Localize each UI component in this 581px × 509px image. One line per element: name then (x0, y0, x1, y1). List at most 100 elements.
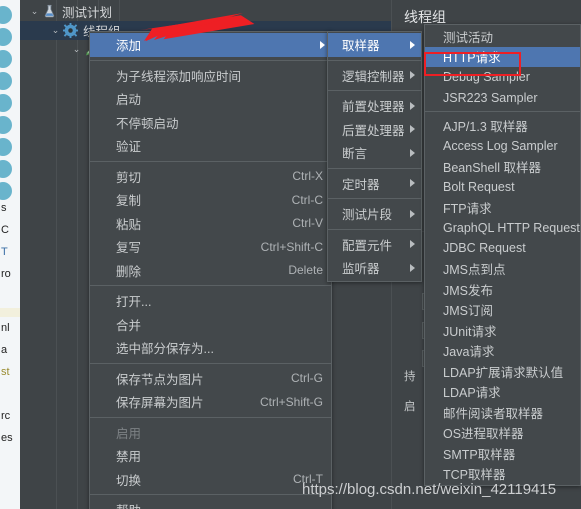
tree-item-test-plan[interactable]: ⌄ 测试计划 (20, 2, 112, 21)
chevron-down-icon[interactable]: ⌄ (70, 40, 83, 59)
menu-item[interactable]: OS进程取样器 (425, 423, 580, 444)
menu-item-label: 添加 (116, 39, 142, 54)
menu-item[interactable]: 帮助 (90, 498, 331, 509)
menu-item[interactable]: BeanShell 取样器 (425, 156, 580, 177)
menu-item-label: 后置处理器 (342, 123, 405, 138)
menu-item[interactable]: HTTP请求 (425, 46, 580, 67)
menu-item[interactable]: 切换 Ctrl-T (90, 468, 331, 492)
menu-item-label: AJP/1.3 取样器 (443, 119, 528, 134)
menu-item[interactable]: 添加 (90, 33, 331, 57)
menu-item[interactable]: LDAP请求 (425, 382, 580, 403)
menu-item[interactable]: 验证 (90, 134, 331, 158)
menu-item[interactable]: 粘贴 Ctrl-V (90, 212, 331, 236)
menu-item-label: 定时器 (342, 177, 380, 192)
menu-item[interactable]: 为子线程添加响应时间 (90, 64, 331, 88)
menu-item[interactable]: 取样器 (328, 33, 421, 57)
menu-item[interactable]: SMTP取样器 (425, 443, 580, 464)
menu-item-label: 剪切 (116, 170, 142, 185)
bg-page-text-fragment: nl (1, 322, 10, 334)
menu-item-label: 帮助 (116, 500, 323, 509)
menu-item-label: HTTP请求 (443, 51, 501, 66)
gear-icon (62, 22, 79, 39)
menu-item[interactable]: AJP/1.3 取样器 (425, 115, 580, 136)
menu-item[interactable]: 定时器 (328, 172, 421, 196)
menu-item[interactable]: 打开... (90, 289, 331, 313)
menu-item-label: 选中部分保存为... (116, 342, 214, 357)
menu-item[interactable]: JSR223 Sampler (425, 88, 580, 109)
menu-item[interactable]: 保存节点为图片 Ctrl-G (90, 367, 331, 391)
chevron-right-icon (410, 179, 415, 188)
menu-item[interactable]: 合并 (90, 313, 331, 337)
node-context-menu[interactable]: 添加为子线程添加响应时间启动 不停顿启动验证剪切 Ctrl-X 复制 Ctrl-C 粘贴 C… (89, 31, 332, 509)
menu-item[interactable]: 删除 Delete (90, 259, 331, 283)
menu-item-label: JMS发布 (443, 283, 494, 298)
menu-item[interactable]: Bolt Request (425, 177, 580, 198)
menu-item[interactable]: 配置元件 (328, 233, 421, 257)
menu-item-label: 验证 (116, 140, 142, 155)
panel-text-fragment: 持 (404, 371, 416, 383)
menu-item-label: JSR223 Sampler (443, 90, 538, 105)
bg-page-text-fragment: rc (1, 410, 11, 422)
menu-item[interactable]: Java请求 (425, 341, 580, 362)
menu-item[interactable]: 选中部分保存为... (90, 336, 331, 360)
menu-item-label: 为子线程添加响应时间 (116, 69, 242, 84)
menu-item[interactable]: JMS点到点 (425, 259, 580, 280)
menu-item-label: Java请求 (443, 345, 495, 360)
menu-item[interactable]: 前置处理器 (328, 94, 421, 118)
menu-item-shortcut: Ctrl-X (292, 169, 323, 184)
menu-item[interactable]: JMS订阅 (425, 300, 580, 321)
menu-item[interactable]: JMS发布 (425, 279, 580, 300)
menu-item-label: 前置处理器 (342, 100, 405, 115)
menu-item[interactable]: FTP请求 (425, 197, 580, 218)
menu-item-label: 打开... (116, 295, 152, 310)
jmeter-window: sCTronlastrces ⌄测试计划⌄线程组⌄ 线程组 Ra循持启 on 舒… (0, 0, 581, 509)
menu-separator (90, 285, 331, 286)
menu-item[interactable]: JDBC Request (425, 238, 580, 259)
menu-item[interactable]: 复写 Ctrl+Shift-C (90, 235, 331, 259)
sampler-submenu[interactable]: 测试活动 HTTP请求 Debug Sampler JSR223 Sampler AJP… (424, 24, 581, 486)
menu-item-label: 禁用 (116, 450, 142, 465)
menu-item[interactable]: LDAP扩展请求默认值 (425, 361, 580, 382)
menu-item[interactable]: 断言 (328, 141, 421, 165)
menu-item[interactable]: 剪切 Ctrl-X (90, 165, 331, 189)
bg-page-text-fragment: C (1, 224, 9, 236)
menu-item[interactable]: Debug Sampler (425, 67, 580, 88)
tree-item-label: 测试计划 (62, 6, 113, 20)
menu-item[interactable]: 复制 Ctrl-C (90, 188, 331, 212)
menu-item[interactable]: 启动 (90, 87, 331, 111)
panel-text-fragment: 启 (404, 401, 416, 413)
menu-item[interactable]: GraphQL HTTP Request (425, 218, 580, 239)
menu-item-label: 复制 (116, 194, 142, 209)
menu-item-shortcut: Ctrl-V (292, 216, 323, 231)
menu-item-label: SMTP取样器 (443, 447, 516, 462)
chevron-right-icon (410, 240, 415, 249)
menu-item[interactable]: 禁用 (90, 444, 331, 468)
menu-item[interactable]: 测试片段 (328, 202, 421, 226)
add-submenu[interactable]: 取样器逻辑控制器前置处理器后置处理器断言定时器测试片段配置元件监听器 (327, 31, 422, 282)
menu-item[interactable]: 启用 (90, 421, 331, 445)
menu-item[interactable]: JUnit请求 (425, 320, 580, 341)
menu-item[interactable]: 后置处理器 (328, 118, 421, 142)
menu-item[interactable]: 监听器 (328, 256, 421, 280)
bg-page-text-fragment: T (1, 246, 8, 258)
chevron-down-icon[interactable]: ⌄ (28, 2, 41, 21)
menu-item[interactable]: 测试活动 (425, 26, 580, 47)
menu-item[interactable]: Access Log Sampler (425, 136, 580, 157)
chevron-right-icon (410, 148, 415, 157)
chevron-right-icon (410, 71, 415, 80)
menu-item-label: 逻辑控制器 (342, 69, 405, 84)
menu-separator (328, 228, 421, 230)
menu-item-label: OS进程取样器 (443, 427, 524, 442)
menu-item-shortcut: Ctrl-G (291, 371, 323, 386)
menu-item[interactable]: 保存屏幕为图片 Ctrl+Shift-G (90, 390, 331, 414)
chevron-down-icon[interactable]: ⌄ (49, 21, 62, 40)
menu-item[interactable]: 逻辑控制器 (328, 64, 421, 88)
menu-item-shortcut: Delete (288, 263, 323, 278)
menu-item-label: 删除 (116, 264, 142, 279)
menu-item[interactable]: 邮件阅读者取样器 (425, 402, 580, 423)
menu-item-label: 启用 (116, 426, 142, 441)
menu-item-label: 断言 (342, 147, 368, 162)
menu-item-label: 配置元件 (342, 238, 393, 253)
bg-page-text-fragment: es (1, 432, 13, 444)
menu-item[interactable]: 不停顿启动 (90, 111, 331, 135)
